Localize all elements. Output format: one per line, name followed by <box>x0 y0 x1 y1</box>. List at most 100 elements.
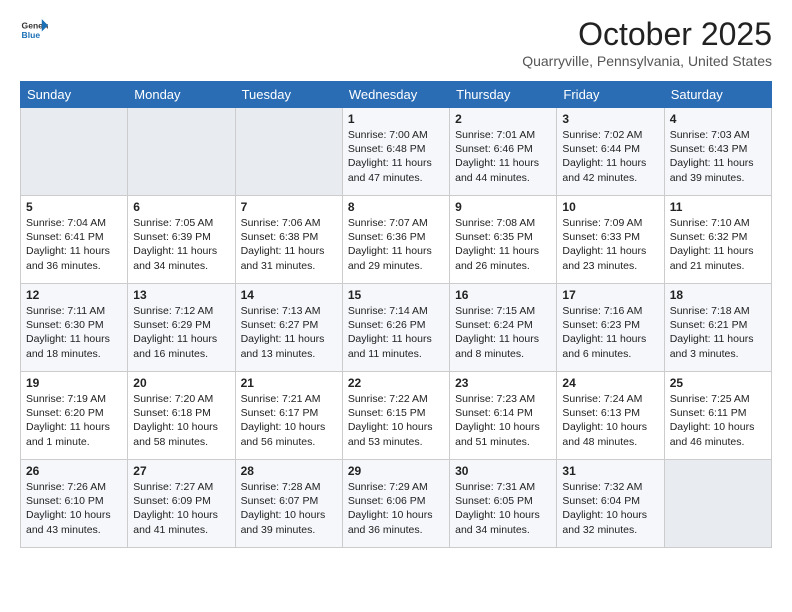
day-number: 21 <box>241 376 337 390</box>
day-number: 23 <box>455 376 551 390</box>
cell-content: Sunrise: 7:24 AMSunset: 6:13 PMDaylight:… <box>562 392 658 449</box>
calendar-cell: 10 Sunrise: 7:09 AMSunset: 6:33 PMDayligh… <box>557 196 664 284</box>
day-number: 17 <box>562 288 658 302</box>
calendar-cell: 20 Sunrise: 7:20 AMSunset: 6:18 PMDayligh… <box>128 372 235 460</box>
calendar-subtitle: Quarryville, Pennsylvania, United States <box>522 53 772 69</box>
calendar-cell <box>128 108 235 196</box>
title-block: October 2025 Quarryville, Pennsylvania, … <box>522 16 772 69</box>
calendar-cell: 13 Sunrise: 7:12 AMSunset: 6:29 PMDayligh… <box>128 284 235 372</box>
calendar-cell: 19 Sunrise: 7:19 AMSunset: 6:20 PMDayligh… <box>21 372 128 460</box>
calendar-cell: 18 Sunrise: 7:18 AMSunset: 6:21 PMDayligh… <box>664 284 771 372</box>
calendar-body: 1 Sunrise: 7:00 AMSunset: 6:48 PMDaylight… <box>21 108 772 548</box>
cell-content: Sunrise: 7:28 AMSunset: 6:07 PMDaylight:… <box>241 480 337 537</box>
calendar-cell: 15 Sunrise: 7:14 AMSunset: 6:26 PMDayligh… <box>342 284 449 372</box>
day-number: 14 <box>241 288 337 302</box>
cell-content: Sunrise: 7:21 AMSunset: 6:17 PMDaylight:… <box>241 392 337 449</box>
cell-content: Sunrise: 7:05 AMSunset: 6:39 PMDaylight:… <box>133 216 229 273</box>
day-number: 24 <box>562 376 658 390</box>
day-number: 10 <box>562 200 658 214</box>
calendar-cell: 30Sunrise: 7:31 AMSunset: 6:05 PMDayligh… <box>450 460 557 548</box>
day-number: 2 <box>455 112 551 126</box>
calendar-cell: 21 Sunrise: 7:21 AMSunset: 6:17 PMDayligh… <box>235 372 342 460</box>
calendar-week-3: 12Sunrise: 7:11 AMSunset: 6:30 PMDayligh… <box>21 284 772 372</box>
calendar-cell <box>235 108 342 196</box>
cell-content: Sunrise: 7:26 AMSunset: 6:10 PMDaylight:… <box>26 480 122 537</box>
cell-content: Sunrise: 7:18 AMSunset: 6:21 PMDaylight:… <box>670 304 766 361</box>
calendar-table: SundayMondayTuesdayWednesdayThursdayFrid… <box>20 81 772 548</box>
logo: General Blue <box>20 16 48 44</box>
cell-content: Sunrise: 7:01 AMSunset: 6:46 PMDaylight:… <box>455 128 551 185</box>
day-header-thursday: Thursday <box>450 82 557 108</box>
calendar-title: October 2025 <box>522 16 772 53</box>
day-number: 16 <box>455 288 551 302</box>
cell-content: Sunrise: 7:08 AMSunset: 6:35 PMDaylight:… <box>455 216 551 273</box>
logo-icon: General Blue <box>20 16 48 44</box>
calendar-cell: 1 Sunrise: 7:00 AMSunset: 6:48 PMDaylight… <box>342 108 449 196</box>
calendar-cell: 16 Sunrise: 7:15 AMSunset: 6:24 PMDayligh… <box>450 284 557 372</box>
day-header-tuesday: Tuesday <box>235 82 342 108</box>
day-number: 7 <box>241 200 337 214</box>
cell-content: Sunrise: 7:07 AMSunset: 6:36 PMDaylight:… <box>348 216 444 273</box>
calendar-cell: 9 Sunrise: 7:08 AMSunset: 6:35 PMDaylight… <box>450 196 557 284</box>
cell-content: Sunrise: 7:29 AMSunset: 6:06 PMDaylight:… <box>348 480 444 537</box>
day-number: 26 <box>26 464 122 478</box>
cell-content: Sunrise: 7:16 AMSunset: 6:23 PMDaylight:… <box>562 304 658 361</box>
day-number: 13 <box>133 288 229 302</box>
calendar-cell: 5Sunrise: 7:04 AMSunset: 6:41 PMDaylight… <box>21 196 128 284</box>
day-header-friday: Friday <box>557 82 664 108</box>
cell-content: Sunrise: 7:00 AMSunset: 6:48 PMDaylight:… <box>348 128 444 185</box>
cell-content: Sunrise: 7:03 AMSunset: 6:43 PMDaylight:… <box>670 128 766 185</box>
calendar-cell: 6 Sunrise: 7:05 AMSunset: 6:39 PMDaylight… <box>128 196 235 284</box>
cell-content: Sunrise: 7:22 AMSunset: 6:15 PMDaylight:… <box>348 392 444 449</box>
calendar-cell: 27 Sunrise: 7:27 AMSunset: 6:09 PMDayligh… <box>128 460 235 548</box>
calendar-cell: 7Sunrise: 7:06 AMSunset: 6:38 PMDaylight… <box>235 196 342 284</box>
calendar-week-5: 26 Sunrise: 7:26 AMSunset: 6:10 PMDayligh… <box>21 460 772 548</box>
day-number: 30 <box>455 464 551 478</box>
cell-content: Sunrise: 7:15 AMSunset: 6:24 PMDaylight:… <box>455 304 551 361</box>
cell-content: Sunrise: 7:25 AMSunset: 6:11 PMDaylight:… <box>670 392 766 449</box>
cell-content: Sunrise: 7:09 AMSunset: 6:33 PMDaylight:… <box>562 216 658 273</box>
day-number: 29 <box>348 464 444 478</box>
calendar-cell: 29 Sunrise: 7:29 AMSunset: 6:06 PMDayligh… <box>342 460 449 548</box>
day-number: 6 <box>133 200 229 214</box>
day-number: 9 <box>455 200 551 214</box>
calendar-cell: 12Sunrise: 7:11 AMSunset: 6:30 PMDayligh… <box>21 284 128 372</box>
day-header-wednesday: Wednesday <box>342 82 449 108</box>
calendar-cell: 8 Sunrise: 7:07 AMSunset: 6:36 PMDaylight… <box>342 196 449 284</box>
cell-content: Sunrise: 7:02 AMSunset: 6:44 PMDaylight:… <box>562 128 658 185</box>
day-number: 28 <box>241 464 337 478</box>
cell-content: Sunrise: 7:32 AMSunset: 6:04 PMDaylight:… <box>562 480 658 537</box>
cell-content: Sunrise: 7:13 AMSunset: 6:27 PMDaylight:… <box>241 304 337 361</box>
cell-content: Sunrise: 7:10 AMSunset: 6:32 PMDaylight:… <box>670 216 766 273</box>
day-number: 27 <box>133 464 229 478</box>
day-number: 22 <box>348 376 444 390</box>
calendar-cell: 17 Sunrise: 7:16 AMSunset: 6:23 PMDayligh… <box>557 284 664 372</box>
page-header: General Blue October 2025 Quarryville, P… <box>20 16 772 69</box>
calendar-cell: 25Sunrise: 7:25 AMSunset: 6:11 PMDayligh… <box>664 372 771 460</box>
calendar-cell: 28 Sunrise: 7:28 AMSunset: 6:07 PMDayligh… <box>235 460 342 548</box>
calendar-cell <box>21 108 128 196</box>
day-number: 12 <box>26 288 122 302</box>
day-number: 1 <box>348 112 444 126</box>
calendar-cell: 11 Sunrise: 7:10 AMSunset: 6:32 PMDayligh… <box>664 196 771 284</box>
cell-content: Sunrise: 7:14 AMSunset: 6:26 PMDaylight:… <box>348 304 444 361</box>
cell-content: Sunrise: 7:19 AMSunset: 6:20 PMDaylight:… <box>26 392 122 449</box>
cell-content: Sunrise: 7:20 AMSunset: 6:18 PMDaylight:… <box>133 392 229 449</box>
day-header-sunday: Sunday <box>21 82 128 108</box>
calendar-cell: 31 Sunrise: 7:32 AMSunset: 6:04 PMDayligh… <box>557 460 664 548</box>
cell-content: Sunrise: 7:27 AMSunset: 6:09 PMDaylight:… <box>133 480 229 537</box>
day-number: 31 <box>562 464 658 478</box>
day-number: 3 <box>562 112 658 126</box>
day-number: 11 <box>670 200 766 214</box>
calendar-week-4: 19 Sunrise: 7:19 AMSunset: 6:20 PMDayligh… <box>21 372 772 460</box>
cell-content: Sunrise: 7:12 AMSunset: 6:29 PMDaylight:… <box>133 304 229 361</box>
day-number: 8 <box>348 200 444 214</box>
calendar-cell: 4Sunrise: 7:03 AMSunset: 6:43 PMDaylight… <box>664 108 771 196</box>
day-number: 15 <box>348 288 444 302</box>
day-number: 19 <box>26 376 122 390</box>
calendar-cell <box>664 460 771 548</box>
day-number: 20 <box>133 376 229 390</box>
cell-content: Sunrise: 7:04 AMSunset: 6:41 PMDaylight:… <box>26 216 122 273</box>
calendar-week-2: 5Sunrise: 7:04 AMSunset: 6:41 PMDaylight… <box>21 196 772 284</box>
day-number: 18 <box>670 288 766 302</box>
